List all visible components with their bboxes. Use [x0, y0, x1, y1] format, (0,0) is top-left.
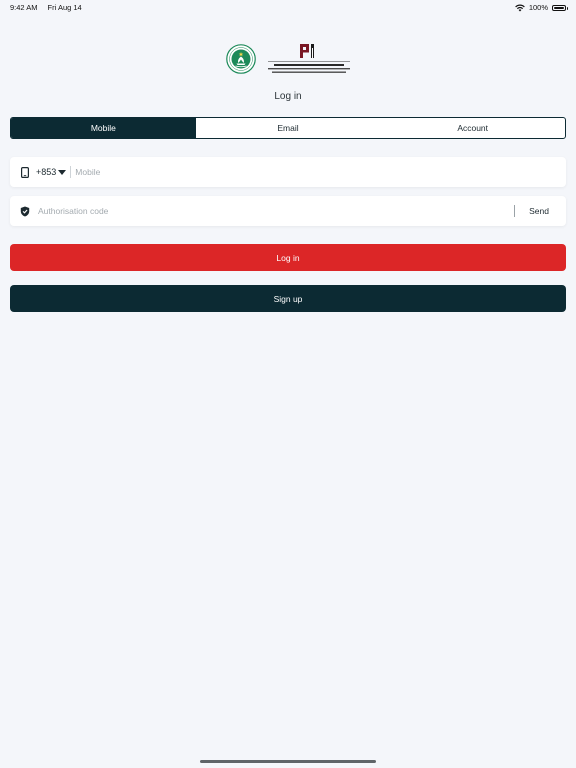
wifi-icon	[515, 4, 525, 11]
signup-button[interactable]: Sign up	[10, 285, 566, 312]
send-code-button[interactable]: Send	[529, 206, 549, 216]
tab-account[interactable]: Account	[380, 118, 565, 138]
macau-sar-emblem-icon	[226, 44, 256, 74]
shield-check-icon	[20, 205, 30, 217]
battery-fill	[554, 6, 564, 9]
page-title: Log in	[274, 91, 302, 102]
phone-icon	[20, 166, 30, 178]
send-divider	[514, 205, 516, 217]
country-code-label: +853	[36, 167, 57, 177]
tab-email[interactable]: Email	[196, 118, 381, 138]
authorisation-code-input[interactable]	[38, 206, 515, 216]
status-right: 100%	[515, 3, 568, 12]
logo-header	[0, 42, 576, 78]
chevron-down-icon	[58, 169, 67, 175]
status-bar: 9:42 AM Fri Aug 14 100%	[0, 0, 576, 14]
mobile-input[interactable]	[75, 167, 566, 177]
login-method-tabs: Mobile Email Account	[10, 117, 566, 139]
authorisation-code-field: Send	[10, 196, 566, 226]
home-indicator[interactable]	[200, 760, 376, 763]
ipim-logo-icon	[268, 44, 350, 73]
tab-mobile[interactable]: Mobile	[11, 118, 196, 138]
login-button[interactable]: Log in	[10, 244, 566, 271]
field-divider	[70, 166, 72, 178]
battery-icon	[552, 4, 568, 11]
status-time: 9:42 AM	[10, 3, 38, 12]
country-code-selector[interactable]: +853	[36, 167, 67, 177]
mobile-field: +853	[10, 157, 566, 187]
status-left: 9:42 AM Fri Aug 14	[10, 3, 82, 12]
battery-percent: 100%	[528, 3, 548, 12]
status-date: Fri Aug 14	[47, 3, 82, 12]
